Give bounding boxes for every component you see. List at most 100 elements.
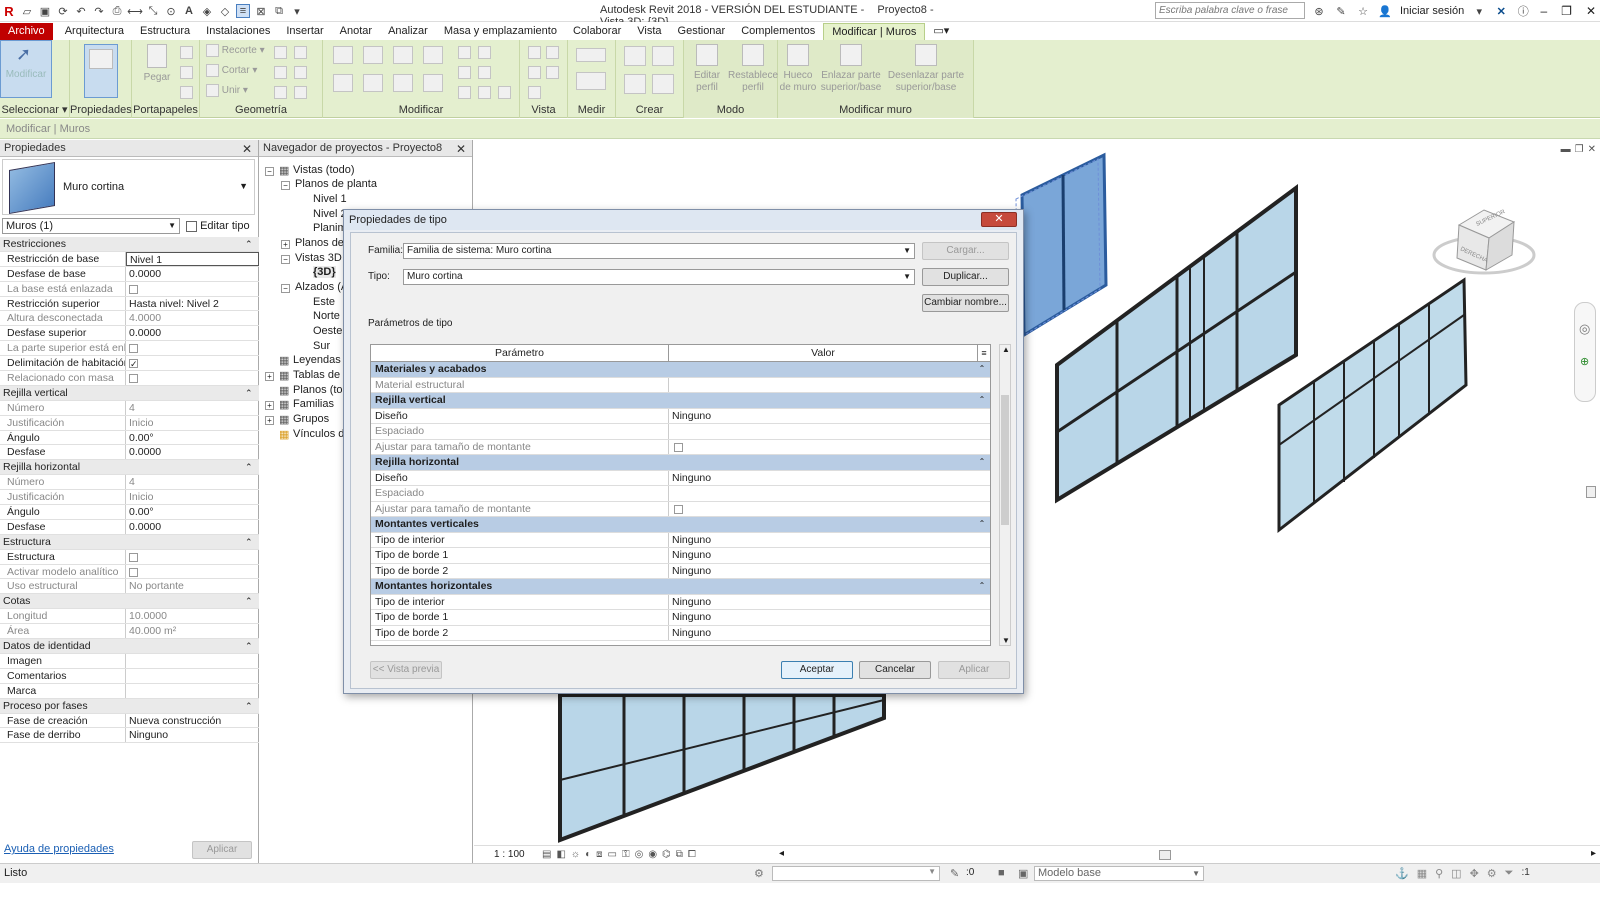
copy-element-icon[interactable] (363, 74, 383, 92)
cancel-button[interactable]: Cancelar (859, 661, 931, 679)
curtain-wall-lower[interactable] (558, 693, 886, 843)
column-menu-icon[interactable]: ≡ (978, 345, 990, 361)
collapse-icon[interactable]: − (281, 255, 290, 264)
instance-filter-dropdown[interactable]: Muros (1) ▼ (2, 218, 180, 234)
property-value[interactable]: Nueva construcción (126, 714, 259, 728)
search-input[interactable]: Escriba palabra clave o frase (1155, 2, 1305, 19)
trim-icon[interactable] (423, 74, 443, 92)
thin-lines-icon[interactable]: ≡ (236, 4, 250, 18)
collapse-icon[interactable]: ⌃ (245, 535, 259, 549)
parameter-value[interactable] (669, 486, 990, 501)
tree-node[interactable]: Tablas de p (293, 369, 349, 381)
tab-colaborar[interactable]: Colaborar (565, 23, 629, 40)
mirror-axis-icon[interactable] (393, 46, 413, 64)
lock-3d-icon[interactable]: ⚿ (622, 849, 630, 860)
collapse-icon[interactable]: − (265, 167, 274, 176)
parameter-value[interactable]: Ninguno (669, 533, 990, 548)
parameter-value[interactable]: Ninguno (669, 610, 990, 625)
shadows-icon[interactable]: ◐ (585, 849, 591, 860)
paste-button[interactable]: Pegar (140, 44, 174, 84)
cut-icon[interactable] (180, 46, 193, 59)
tree-node[interactable]: Este (313, 296, 335, 308)
checkbox[interactable] (674, 504, 683, 514)
help-icon[interactable]: ⓘ (1516, 4, 1530, 18)
geometry-tool-icon[interactable] (274, 86, 287, 99)
match-icon[interactable] (180, 86, 193, 99)
checkbox[interactable] (674, 442, 683, 452)
property-value[interactable]: 0.0000 (126, 520, 259, 534)
property-group[interactable]: Restricciones ⌃ (0, 237, 259, 252)
tree-node[interactable]: Oeste (313, 325, 342, 337)
parameter-value[interactable]: Ninguno (669, 564, 990, 579)
redo-icon[interactable]: ↷ (92, 4, 106, 18)
switch-windows-icon[interactable]: ⧉ (272, 4, 286, 18)
property-value[interactable]: 0.0000 (126, 445, 259, 459)
undo-icon[interactable]: ↶ (74, 4, 88, 18)
geometry-tool-icon[interactable] (294, 86, 307, 99)
create-similar-icon[interactable] (652, 74, 674, 94)
create-parts-icon[interactable] (652, 46, 674, 66)
checkbox[interactable] (129, 552, 138, 562)
parameter-value[interactable] (669, 440, 990, 455)
override-icon[interactable] (546, 46, 559, 59)
curtain-wall-right[interactable] (1277, 277, 1468, 534)
design-option-dropdown[interactable]: Modelo base ▼ (1034, 866, 1204, 881)
tree-node[interactable]: Vistas 3D (295, 252, 342, 264)
view-options-icon[interactable] (546, 66, 559, 79)
load-button[interactable]: Cargar... (922, 242, 1009, 260)
property-group[interactable]: Estructura ⌃ (0, 534, 259, 550)
linework-icon[interactable] (528, 66, 541, 79)
print-icon[interactable]: ⎙ (110, 4, 124, 18)
3d-view-icon[interactable]: ◈ (200, 4, 214, 18)
collapse-icon[interactable]: ⌃ (245, 699, 259, 713)
worksets-icon[interactable]: ⚙ (754, 867, 764, 880)
tab-anotar[interactable]: Anotar (332, 23, 380, 40)
user-icon[interactable]: 👤 (1378, 4, 1392, 18)
view-cube[interactable]: SUPERIOR DERECHA (1432, 209, 1536, 275)
scroll-down-icon[interactable]: ▼ (1002, 636, 1010, 645)
tab-insertar[interactable]: Insertar (278, 23, 331, 40)
reveal-hidden-icon[interactable]: ◉ (648, 849, 657, 860)
view-scale[interactable]: 1 : 100 (494, 849, 525, 860)
collapse-icon[interactable]: ⌃ (245, 386, 259, 400)
parameter-value[interactable]: Ninguno (669, 595, 990, 610)
sync-icon[interactable]: ⟳ (56, 4, 70, 18)
sun-path-icon[interactable]: ☼ (571, 849, 580, 860)
property-group[interactable]: Rejilla vertical ⌃ (0, 385, 259, 401)
vertical-scrollbar-thumb[interactable] (1586, 486, 1596, 498)
geometry-tool-icon[interactable] (274, 66, 287, 79)
family-dropdown[interactable]: Familia de sistema: Muro cortina ▼ (403, 243, 915, 259)
reset-profile-button[interactable]: Restablecer perfil (728, 44, 781, 94)
navigation-bar[interactable]: ◎ ⊕ (1574, 302, 1596, 402)
dialog-close-button[interactable]: ✕ (981, 212, 1017, 227)
parameter-group[interactable]: Materiales y acabados ⌃ (371, 362, 990, 378)
properties-help-link[interactable]: Ayuda de propiedades (4, 843, 114, 855)
cope-button[interactable]: Recorte ▾ (206, 44, 265, 57)
edit-type-button[interactable]: Editar tipo (186, 217, 250, 235)
tab-masa-y-emplazamiento[interactable]: Masa y emplazamiento (436, 23, 565, 40)
detail-level-icon[interactable]: ▤ (542, 849, 551, 860)
tab-estructura[interactable]: Estructura (132, 23, 198, 40)
select-pinned-icon[interactable]: ⚲ (1435, 867, 1443, 880)
property-value[interactable]: 0.00° (126, 431, 259, 445)
binoculars-icon[interactable]: ⊛ (1312, 4, 1326, 18)
close-icon[interactable]: ✕ (456, 141, 466, 158)
open-icon[interactable]: ▱ (20, 4, 34, 18)
tab-gestionar[interactable]: Gestionar (670, 23, 734, 40)
section-icon[interactable]: ◇ (218, 4, 232, 18)
property-group[interactable]: Proceso por fases ⌃ (0, 698, 259, 714)
modify-button[interactable]: ➚ Modificar (0, 40, 52, 98)
pin-icon[interactable] (458, 86, 471, 99)
steering-wheel-icon[interactable]: ◎ (1579, 321, 1590, 337)
type-properties-button[interactable] (84, 44, 118, 98)
expand-icon[interactable]: + (265, 372, 274, 381)
property-value[interactable] (126, 356, 259, 370)
property-value[interactable]: Nivel 1 (126, 251, 259, 266)
tree-node[interactable]: Nivel 2 (313, 208, 347, 220)
unpin-icon[interactable] (478, 86, 491, 99)
worksharing-icon[interactable]: ⧠ (688, 849, 696, 860)
geometry-tool-icon[interactable] (274, 46, 287, 59)
offset-icon[interactable] (363, 46, 383, 64)
horizontal-scrollbar-thumb[interactable] (1159, 850, 1171, 860)
minimize-icon[interactable]: ▬ (1561, 144, 1571, 155)
